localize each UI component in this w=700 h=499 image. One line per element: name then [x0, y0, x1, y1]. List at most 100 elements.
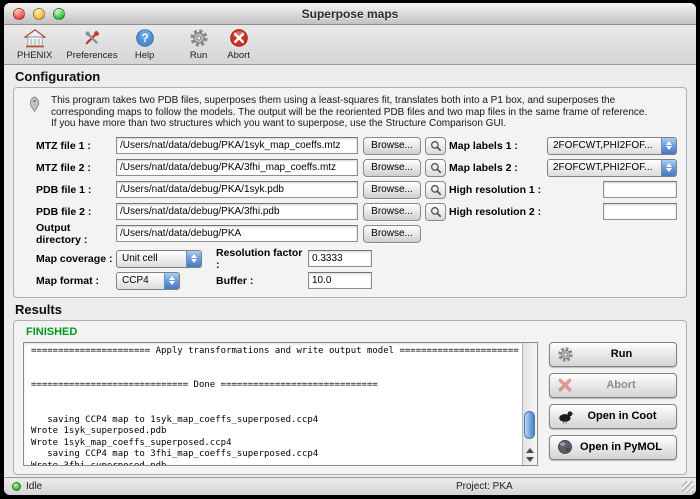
map-coverage-value: Unit cell [122, 253, 182, 264]
status-state: Idle [26, 481, 42, 492]
mtz-file-1-view-button[interactable] [425, 137, 446, 155]
run-gear-icon [557, 346, 574, 363]
pdb-file-2-view-button[interactable] [425, 203, 446, 221]
mtz-file-2-row: MTZ file 2 : Browse... Map labels 2 : 2F… [36, 158, 677, 178]
map-format-label: Map format : [36, 275, 116, 287]
phenix-home-icon [24, 27, 46, 49]
map-labels-1-group: Map labels 1 : 2FOFCWT,PHI2FOF... [449, 137, 677, 155]
high-resolution-2-input[interactable] [603, 203, 677, 220]
main-content: Configuration This program takes two PDB… [4, 65, 696, 477]
map-format-row: Map format : CCP4 Buffer : [36, 271, 677, 291]
toolbar-run-button[interactable]: Run [179, 27, 219, 63]
toolbar: PHENIX Preferences [4, 25, 696, 65]
magnifier-icon [430, 140, 442, 152]
dropdown-arrows-icon [164, 273, 179, 289]
superpose-maps-window: Superpose maps PHENIX [4, 3, 696, 495]
output-directory-browse-button[interactable]: Browse... [363, 225, 421, 243]
toolbar-preferences-label: Preferences [66, 50, 117, 61]
coot-bird-icon [557, 409, 575, 424]
svg-text:?: ? [141, 32, 148, 45]
map-coverage-row: Map coverage : Unit cell Resolution fact… [36, 249, 677, 269]
pdb-file-2-browse-button[interactable]: Browse... [363, 203, 421, 221]
output-directory-input[interactable] [116, 225, 358, 242]
buffer-label: Buffer : [216, 275, 308, 287]
status-bar: Idle Project: PKA [4, 477, 696, 495]
configuration-panel: This program takes two PDB files, superp… [13, 87, 687, 298]
resize-grip[interactable] [682, 481, 694, 493]
pdb-file-1-input[interactable] [116, 181, 358, 198]
description-text: This program takes two PDB files, superp… [51, 95, 651, 130]
close-button[interactable] [13, 8, 25, 20]
map-coverage-dropdown[interactable]: Unit cell [116, 250, 202, 268]
map-labels-1-dropdown[interactable]: 2FOFCWT,PHI2FOF... [547, 137, 677, 155]
toolbar-run-label: Run [190, 50, 207, 61]
dropdown-arrows-icon [661, 160, 676, 176]
run-button[interactable]: Run [549, 342, 677, 367]
output-directory-row: Output directory : Browse... [36, 224, 677, 244]
zoom-button[interactable] [53, 8, 65, 20]
resolution-factor-label: Resolution factor : [216, 247, 308, 271]
console-text: ====================== Apply transformat… [24, 343, 522, 465]
mtz-file-1-label: MTZ file 1 : [36, 140, 116, 152]
open-in-pymol-label: Open in PyMOL [573, 441, 669, 453]
pdb-file-2-label: PDB file 2 : [36, 206, 116, 218]
mtz-file-2-input[interactable] [116, 159, 358, 176]
abort-button[interactable]: Abort [549, 373, 677, 398]
mtz-file-2-browse-button[interactable]: Browse... [363, 159, 421, 177]
high-resolution-2-group: High resolution 2 : [449, 203, 677, 220]
pdb-file-1-row: PDB file 1 : Browse... High resolution 1… [36, 180, 677, 200]
action-buttons: Run Abort [549, 342, 677, 460]
high-resolution-1-input[interactable] [603, 181, 677, 198]
open-in-coot-label: Open in Coot [575, 410, 669, 422]
buffer-input[interactable] [308, 272, 372, 289]
map-labels-2-label: Map labels 2 : [449, 162, 518, 174]
status-indicator-icon [12, 482, 21, 491]
scroll-up-arrow-icon[interactable] [526, 448, 534, 453]
map-labels-2-dropdown[interactable]: 2FOFCWT,PHI2FOF... [547, 159, 677, 177]
pdb-file-1-browse-button[interactable]: Browse... [363, 181, 421, 199]
map-labels-1-value: 2FOFCWT,PHI2FOF... [553, 140, 657, 151]
map-coverage-label: Map coverage : [36, 253, 116, 265]
mtz-file-1-row: MTZ file 1 : Browse... Map labels 1 : 2F… [36, 136, 677, 156]
status-badge: FINISHED [26, 326, 677, 338]
resolution-factor-input[interactable] [308, 250, 372, 267]
toolbar-help-button[interactable]: ? Help [125, 27, 165, 63]
scroll-down-arrow-icon[interactable] [526, 457, 534, 462]
scrollbar-thumb[interactable] [524, 411, 535, 439]
magnifier-icon [430, 206, 442, 218]
project-name: Project: PKA [456, 481, 513, 492]
console-scrollbar[interactable] [522, 343, 537, 465]
configuration-section-title: Configuration [15, 69, 696, 84]
mtz-file-1-input[interactable] [116, 137, 358, 154]
abort-button-label: Abort [573, 379, 669, 391]
preferences-tools-icon [82, 27, 102, 49]
pdb-file-1-view-button[interactable] [425, 181, 446, 199]
phenix-icon [27, 95, 42, 118]
results-section-title: Results [15, 302, 696, 317]
high-resolution-1-label: High resolution 1 : [449, 184, 541, 196]
magnifier-icon [430, 162, 442, 174]
magnifier-icon [430, 184, 442, 196]
run-button-label: Run [574, 348, 669, 360]
toolbar-phenix-button[interactable]: PHENIX [10, 27, 59, 63]
toolbar-abort-label: Abort [227, 50, 250, 61]
results-panel: FINISHED ====================== Apply tr… [13, 320, 687, 475]
high-resolution-1-group: High resolution 1 : [449, 181, 677, 198]
open-in-pymol-button[interactable]: Open in PyMOL [549, 435, 677, 460]
mtz-file-1-browse-button[interactable]: Browse... [363, 137, 421, 155]
pdb-file-2-row: PDB file 2 : Browse... High resolution 2… [36, 202, 677, 222]
map-format-dropdown[interactable]: CCP4 [116, 272, 180, 290]
toolbar-abort-button[interactable]: Abort [219, 27, 259, 63]
open-in-coot-button[interactable]: Open in Coot [549, 404, 677, 429]
window-controls [13, 8, 65, 20]
minimize-button[interactable] [33, 8, 45, 20]
pdb-file-2-input[interactable] [116, 203, 358, 220]
toolbar-help-label: Help [135, 50, 155, 61]
pymol-icon [557, 439, 573, 455]
title-bar[interactable]: Superpose maps [4, 3, 696, 25]
desktop-background: Superpose maps PHENIX [0, 0, 700, 499]
mtz-file-2-view-button[interactable] [425, 159, 446, 177]
run-gear-icon [189, 27, 209, 49]
toolbar-preferences-button[interactable]: Preferences [59, 27, 124, 63]
console-output: ====================== Apply transformat… [23, 342, 538, 466]
